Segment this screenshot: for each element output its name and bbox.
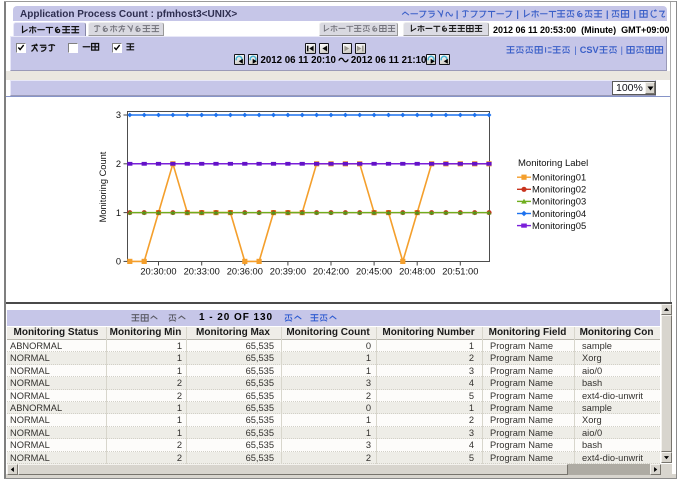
svg-text:Monitoring Label: Monitoring Label <box>518 158 588 169</box>
svg-text:3: 3 <box>116 110 121 120</box>
svg-text:Monitoring05: Monitoring05 <box>532 220 586 231</box>
svg-text:1: 1 <box>116 208 121 218</box>
svg-text:Monitoring02: Monitoring02 <box>532 184 586 195</box>
svg-text:20:30:00: 20:30:00 <box>140 267 176 277</box>
svg-text:Monitoring Count: Monitoring Count <box>98 151 108 222</box>
svg-text:20:45:00: 20:45:00 <box>356 267 392 277</box>
svg-text:20:51:00: 20:51:00 <box>442 267 478 277</box>
svg-text:20:48:00: 20:48:00 <box>399 267 435 277</box>
svg-text:20:42:00: 20:42:00 <box>313 267 349 277</box>
svg-text:2: 2 <box>116 159 121 169</box>
svg-text:20:36:00: 20:36:00 <box>227 267 263 277</box>
svg-text:0: 0 <box>116 257 121 267</box>
svg-text:20:33:00: 20:33:00 <box>184 267 220 277</box>
svg-text:20:39:00: 20:39:00 <box>270 267 306 277</box>
svg-text:Monitoring03: Monitoring03 <box>532 196 586 207</box>
svg-text:Monitoring01: Monitoring01 <box>532 172 586 183</box>
svg-text:Monitoring04: Monitoring04 <box>532 208 586 219</box>
